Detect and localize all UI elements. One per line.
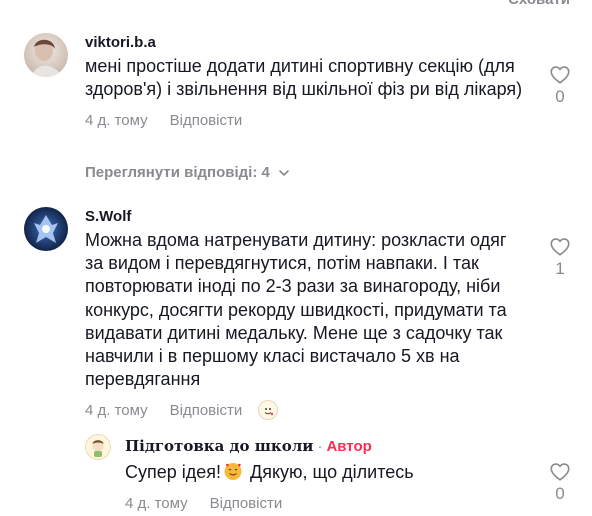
separator: ·	[317, 438, 323, 455]
avatar[interactable]	[24, 207, 68, 251]
like-control: 1	[548, 236, 572, 279]
like-count: 0	[555, 87, 565, 106]
hide-comments-link[interactable]: Сховати	[508, 0, 570, 8]
comment-date: 4 д. тому	[85, 111, 148, 129]
view-replies-button[interactable]: Переглянути відповіді: 4	[85, 164, 290, 181]
like-count: 1	[555, 259, 565, 278]
comment-text: Можна вдома натренувати дитину: розкласт…	[85, 230, 507, 390]
comments-panel: Сховати viktori.b.a мені простіше додати…	[0, 0, 592, 516]
reply-header: Підготовка до школи · Автор	[125, 437, 532, 456]
reply-text: Супер ідея! Дякую, що ділитесь	[125, 461, 532, 484]
reply-date: 4 д. тому	[125, 494, 188, 512]
creator-liked-avatar	[258, 400, 279, 421]
view-replies-label: Переглянути відповіді: 4	[85, 164, 270, 181]
heart-outline-icon[interactable]	[549, 236, 571, 258]
comment-username[interactable]: S.Wolf	[85, 208, 528, 226]
smiling-face-with-hearts-icon	[223, 461, 243, 481]
reply-button[interactable]: Відповісти	[170, 402, 243, 419]
comment-body: S.Wolf Можна вдома натренувати дитину: р…	[85, 207, 528, 421]
comment-body: viktori.b.a мені простіше додати дитині …	[85, 33, 528, 131]
avatar[interactable]	[24, 33, 68, 77]
reply-meta: 4 д. тому Відповісти	[125, 492, 532, 514]
reply-username[interactable]: Підготовка до школи	[125, 437, 313, 455]
reply-body: Підготовка до школи · Автор Супер ідея! Дя…	[125, 434, 532, 514]
author-badge: Автор	[326, 438, 372, 455]
like-control: 0	[548, 461, 572, 504]
reply-text-end: Дякую, що ділитесь	[245, 462, 414, 482]
avatar[interactable]	[85, 434, 111, 460]
reply-button[interactable]: Відповісти	[210, 495, 283, 512]
heart-outline-icon[interactable]	[549, 461, 571, 483]
like-count: 0	[555, 484, 565, 503]
heart-outline-icon[interactable]	[549, 64, 571, 86]
like-control: 0	[548, 64, 572, 107]
comment-meta: 4 д. тому Відповісти	[85, 399, 528, 421]
comment-text: мені простіше додати дитині спортивну се…	[85, 56, 523, 100]
chevron-down-icon	[279, 169, 289, 176]
comment-date: 4 д. тому	[85, 401, 148, 419]
comment-username[interactable]: viktori.b.a	[85, 34, 528, 52]
reply-text-start: Супер ідея!	[125, 462, 222, 482]
reply-button[interactable]: Відповісти	[170, 112, 243, 129]
comment-meta: 4 д. тому Відповісти	[85, 109, 528, 131]
